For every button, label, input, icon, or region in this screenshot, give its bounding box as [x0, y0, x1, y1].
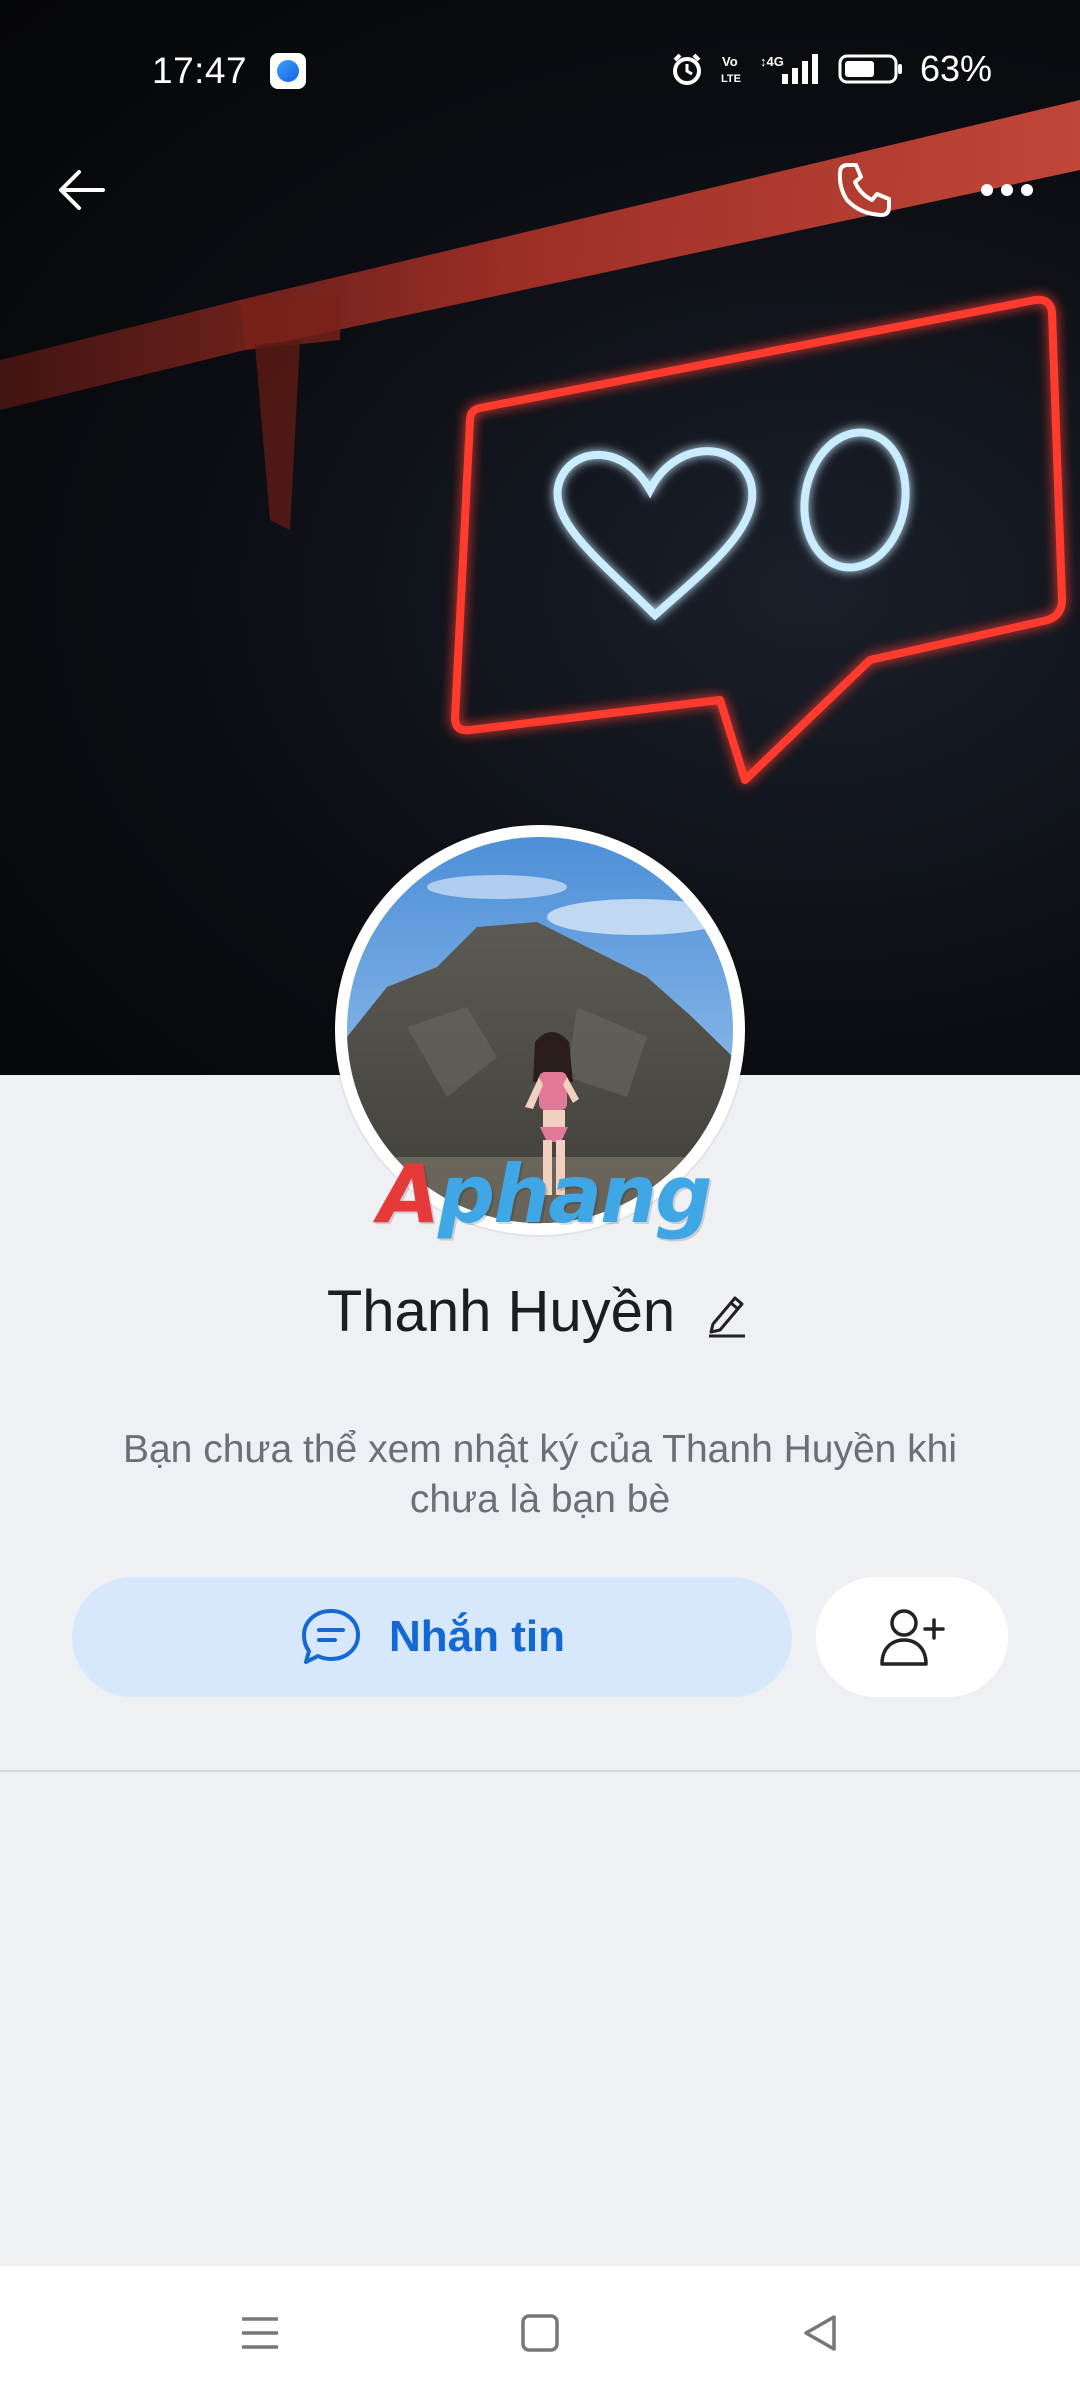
phone-icon	[837, 163, 891, 217]
menu-icon	[242, 2317, 278, 2349]
nav-recents-button[interactable]	[215, 2288, 305, 2378]
edit-alias-button[interactable]	[701, 1288, 753, 1340]
watermark-logo: Aphang	[378, 1148, 712, 1241]
battery-icon	[838, 52, 904, 86]
volte-icon: Vo LTE	[720, 52, 744, 86]
svg-text:Vo: Vo	[722, 54, 738, 69]
back-triangle-icon	[804, 2315, 836, 2351]
nav-back-button[interactable]	[775, 2288, 865, 2378]
privacy-note: Bạn chưa thể xem nhật ký của Thanh Huyền…	[122, 1428, 958, 1521]
add-friend-button[interactable]	[816, 1577, 1008, 1697]
message-button[interactable]: Nhắn tin	[72, 1577, 792, 1697]
status-indicators: Vo LTE ↕4G 63%	[670, 48, 992, 90]
add-user-icon	[880, 1609, 945, 1666]
nav-home-button[interactable]	[495, 2288, 585, 2378]
app-notification-icon	[270, 53, 306, 89]
4g-signal-icon: ↕4G	[760, 52, 822, 86]
profile-name: Thanh Huyền	[326, 1279, 676, 1344]
back-button[interactable]	[36, 145, 126, 235]
home-square-icon	[521, 2314, 559, 2352]
section-divider	[0, 1770, 1080, 1772]
chat-bubble-icon	[302, 1609, 360, 1664]
back-arrow-icon	[59, 170, 105, 210]
alarm-icon	[670, 52, 704, 86]
system-nav-bar	[0, 2266, 1080, 2400]
svg-text:↕4G: ↕4G	[760, 54, 784, 69]
svg-text:LTE: LTE	[721, 73, 741, 85]
profile-screen: 17:47 Vo LTE ↕4G 63% Aphang Thanh Huyền …	[0, 0, 1080, 2400]
call-button[interactable]	[820, 145, 910, 235]
more-options-button[interactable]	[962, 145, 1052, 235]
pencil-icon	[709, 1296, 746, 1337]
message-button-label: Nhắn tin	[389, 1612, 565, 1661]
status-time: 17:47	[152, 50, 248, 91]
battery-percent: 63%	[919, 48, 992, 89]
status-bar: 17:47 Vo LTE ↕4G 63%	[0, 0, 1080, 140]
name-row: Thanh Huyền	[0, 1278, 1080, 1345]
more-horizontal-icon	[981, 184, 1033, 196]
